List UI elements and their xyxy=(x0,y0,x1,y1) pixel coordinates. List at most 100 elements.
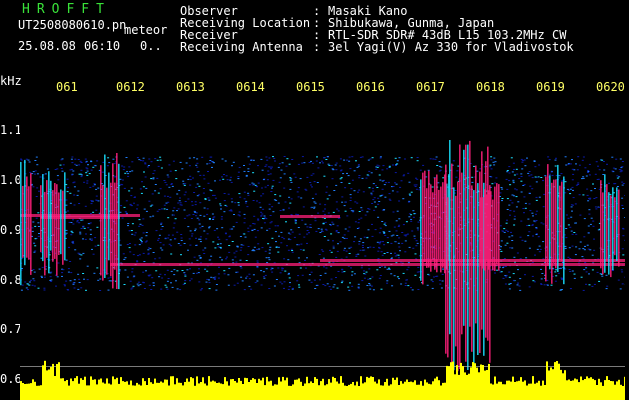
noise-speck xyxy=(143,171,145,173)
noise-speck xyxy=(191,233,194,235)
noise-speck xyxy=(415,240,418,242)
noise-speck xyxy=(517,282,519,284)
noise-speck xyxy=(587,200,590,202)
noise-speck xyxy=(357,283,360,285)
noise-speck xyxy=(271,237,274,239)
noise-speck xyxy=(350,267,352,269)
noise-speck xyxy=(217,246,220,248)
noise-speck xyxy=(274,231,277,233)
noise-speck xyxy=(77,252,80,254)
noise-speck xyxy=(85,160,88,162)
noise-speck xyxy=(197,272,200,274)
power-bar xyxy=(500,381,502,400)
noise-speck xyxy=(331,178,334,180)
power-bar xyxy=(230,379,232,400)
noise-speck xyxy=(32,221,35,223)
noise-speck xyxy=(171,185,174,187)
noise-speck xyxy=(170,245,173,247)
power-bar xyxy=(60,378,62,400)
noise-speck xyxy=(348,156,351,158)
power-bar xyxy=(220,383,222,400)
noise-speck xyxy=(192,272,195,274)
noise-speck xyxy=(323,213,326,215)
noise-speck xyxy=(417,229,419,231)
noise-speck xyxy=(283,281,286,283)
noise-speck xyxy=(154,190,157,192)
noise-speck xyxy=(274,194,277,196)
power-bar xyxy=(136,382,138,400)
noise-speck xyxy=(297,163,300,165)
noise-speck xyxy=(582,289,585,291)
noise-speck xyxy=(584,167,587,169)
noise-speck xyxy=(510,157,513,159)
noise-speck xyxy=(265,268,268,270)
noise-speck xyxy=(331,221,334,223)
noise-speck xyxy=(509,199,512,201)
noise-speck xyxy=(343,247,346,249)
noise-speck xyxy=(349,207,352,209)
noise-speck xyxy=(244,202,247,204)
power-bar xyxy=(586,376,588,400)
noise-speck xyxy=(194,230,196,232)
power-bar xyxy=(552,369,554,400)
noise-speck xyxy=(168,164,171,166)
power-bar xyxy=(328,379,330,400)
noise-speck xyxy=(201,156,204,158)
noise-speck xyxy=(575,233,578,235)
power-bar xyxy=(34,381,36,400)
meteor-echo-line xyxy=(432,192,434,260)
noise-speck xyxy=(89,222,92,224)
noise-speck xyxy=(261,247,264,249)
noise-speck xyxy=(155,230,158,232)
noise-speck xyxy=(131,170,134,172)
time-label: 06:10 xyxy=(84,39,121,53)
noise-speck xyxy=(139,188,142,190)
noise-speck xyxy=(404,158,406,160)
noise-speck xyxy=(593,198,596,199)
noise-speck xyxy=(377,216,380,218)
meteor-echo-line xyxy=(438,189,440,260)
power-bar xyxy=(44,360,46,400)
noise-speck xyxy=(567,163,570,165)
noise-speck xyxy=(538,245,541,247)
noise-speck xyxy=(148,200,151,202)
noise-speck xyxy=(586,194,589,196)
noise-speck xyxy=(547,156,550,158)
meteor-echo-line xyxy=(486,194,488,261)
noise-speck xyxy=(253,215,256,217)
power-bar xyxy=(26,383,28,400)
noise-speck xyxy=(142,252,145,254)
noise-speck xyxy=(202,188,205,189)
noise-speck xyxy=(95,209,98,211)
power-baseline xyxy=(20,366,625,367)
noise-speck xyxy=(516,173,519,175)
noise-speck xyxy=(49,279,52,281)
noise-speck xyxy=(520,176,523,177)
noise-speck xyxy=(80,162,83,163)
power-bar xyxy=(118,383,120,400)
power-bar xyxy=(604,380,606,400)
noise-speck xyxy=(263,215,266,217)
noise-speck xyxy=(167,278,170,279)
noise-speck xyxy=(54,169,57,170)
noise-speck xyxy=(624,276,625,278)
noise-speck xyxy=(157,192,160,194)
noise-speck xyxy=(558,267,561,269)
noise-speck xyxy=(407,201,410,203)
noise-speck xyxy=(531,212,534,214)
noise-speck xyxy=(357,191,359,193)
noise-speck xyxy=(315,284,318,286)
noise-speck xyxy=(265,257,268,259)
noise-speck xyxy=(149,274,152,276)
noise-speck xyxy=(325,159,328,160)
noise-speck xyxy=(169,170,172,172)
noise-speck xyxy=(337,232,340,234)
noise-speck xyxy=(301,219,304,221)
noise-speck xyxy=(27,159,30,161)
noise-speck xyxy=(299,267,302,269)
noise-speck xyxy=(595,197,598,199)
noise-speck xyxy=(503,228,506,230)
noise-speck xyxy=(396,276,399,278)
noise-speck xyxy=(291,251,294,253)
noise-speck xyxy=(147,249,150,251)
